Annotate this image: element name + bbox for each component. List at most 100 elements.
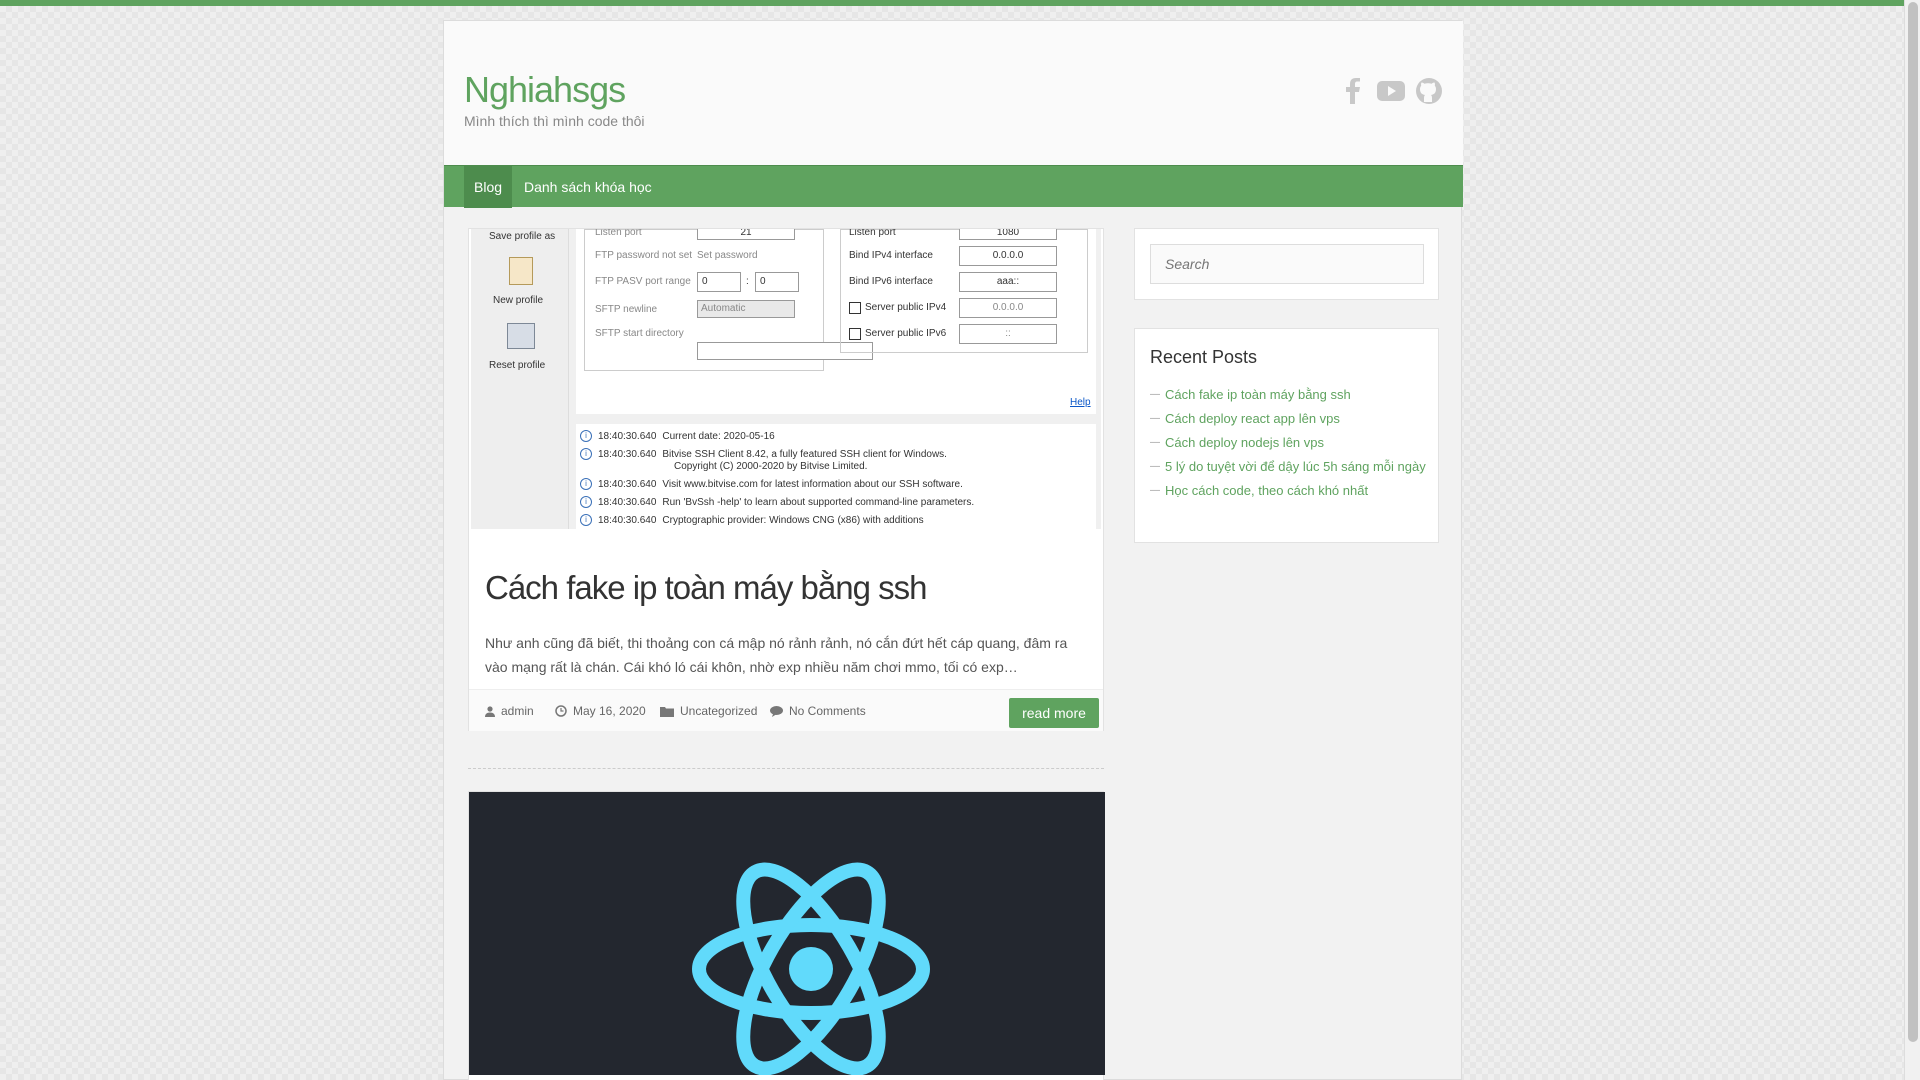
log-time: 18:40:30.640 [598,430,657,442]
screenshot-text: FTP password not set [595,250,693,261]
recent-posts-list: Cách fake ip toàn máy bằng ssh Cách depl… [1150,383,1430,503]
log-line: i 18:40:30.640 Run 'BvSsh -help' to learn … [580,496,974,508]
screenshot-text: 0 [697,272,741,292]
checkbox [849,328,861,340]
screenshot-log: i 18:40:30.640 Current date: 2020-05-16 i1… [576,424,1096,529]
clock-icon [555,705,567,717]
github-icon[interactable] [1415,77,1443,105]
recent-post-link[interactable]: Cách fake ip toàn máy bằng ssh [1150,383,1430,407]
log-line: i 18:40:30.640 Current date: 2020-05-16 [580,430,775,442]
log-line: i 18:40:30.640 Cryptographic provider: Win… [580,514,924,526]
ftp-group: Listen port 21 FTP password not set Set … [584,229,873,371]
log-text: Visit www.bitvise.com for latest informa… [662,478,963,490]
info-icon: i [580,430,592,442]
comment-icon [770,705,783,717]
recent-post-link[interactable]: Học cách code, theo cách khó nhất [1150,479,1430,503]
meta-date: May 16, 2020 [555,704,646,718]
screenshot-text: 1080 [959,229,1057,240]
post-card [468,791,1105,1080]
info-icon: i [580,514,592,526]
post-divider [468,768,1104,769]
post-card: Save profile as New profile Reset profil… [468,228,1104,731]
meta-date-text: May 16, 2020 [573,704,646,718]
screenshot-text: Server public IPv6 [865,328,947,339]
page-wrapper: Nghiahsgs Mình thích thì mình code thôi … [443,20,1463,1080]
screenshot-text: Reset profile [489,360,546,371]
bind-group: Listen port 1080 Bind IPv4 interface 0.0… [840,229,1088,353]
screenshot-text: Listen port [595,229,642,238]
info-icon: i [580,478,592,490]
info-icon: i [580,496,592,508]
log-text: Current date: 2020-05-16 [662,430,775,442]
post-thumbnail[interactable]: Save profile as New profile Reset profil… [471,229,1101,529]
youtube-icon[interactable] [1377,77,1405,105]
screenshot-text: aaa:: [959,272,1057,292]
screenshot-text: 21 [697,229,795,240]
read-more-button[interactable]: read more [1009,698,1099,728]
main-nav: Blog Danh sách khóa học [444,165,1463,208]
log-text: Bitvise SSH Client 8.42, a fully feature… [662,448,947,460]
screenshot-text: Bind IPv4 interface [849,250,933,261]
nav-item-blog[interactable]: Blog [464,166,513,208]
post-meta: admin May 16, 2020 Uncategorized No Comm… [469,689,1103,731]
log-line: i 18:40:30.640 Visit www.bitvise.com for l… [580,478,963,490]
user-icon [485,705,495,717]
log-time: 18:40:30.640 [598,514,657,526]
reset-profile-icon [507,323,535,349]
recent-post-link[interactable]: Cách deploy nodejs lên vps [1150,431,1430,455]
info-icon: i [580,448,592,460]
screenshot-text: : [746,276,749,287]
widget-title: Recent Posts [1150,347,1258,367]
social-links [1339,77,1443,105]
meta-comments-link[interactable]: No Comments [789,704,866,718]
recent-post-link[interactable]: Cách deploy react app lên vps [1150,407,1430,431]
screenshot-text: 0 [755,272,799,292]
screenshot-text: SFTP start directory [595,328,684,339]
post-title[interactable]: Cách fake ip toàn máy bằng ssh [485,569,927,607]
meta-author: admin [485,704,534,718]
meta-category-link[interactable]: Uncategorized [680,704,757,718]
new-profile-icon [509,257,533,285]
log-text: Run 'BvSsh -help' to learn about support… [662,496,975,508]
screenshot-text: Bind IPv6 interface [849,276,933,287]
meta-author-link[interactable]: admin [501,704,534,718]
nav-item-courses[interactable]: Danh sách khóa học [514,166,662,208]
recent-post-link[interactable]: 5 lý do tuyệt vời để dậy lúc 5h sáng mỗi… [1150,455,1430,479]
log-line: i 18:40:30.640 Bitvise SSH Client 8.42, a … [580,448,947,460]
post-thumbnail[interactable] [469,792,1105,1075]
log-time: 18:40:30.640 [598,496,657,508]
search-input[interactable] [1150,244,1424,284]
log-line: Copyright (C) 2000-2020 by Bitvise Limit… [674,461,867,472]
site-header: Nghiahsgs Mình thích thì mình code thôi [444,21,1463,165]
log-time: 18:40:30.640 [598,478,657,490]
log-text: Cryptographic provider: Windows CNG (x86… [662,514,924,526]
site-title[interactable]: Nghiahsgs [464,69,626,111]
screenshot-text: Help [1070,397,1091,408]
top-accent-bar [0,0,1904,6]
screenshot-text: FTP PASV port range [595,276,691,287]
screenshot-text: SFTP newline [595,304,658,315]
post-excerpt: Như anh cũng đã biết, thi thoảng con cá … [485,635,1068,675]
screenshot-text: 0.0.0.0 [959,246,1057,266]
log-time: 18:40:30.640 [598,448,657,460]
screenshot-text: :: [959,324,1057,344]
screenshot-text: Listen port [849,229,896,238]
screenshot-text: Set password [697,250,758,261]
screenshot-text: 0.0.0.0 [959,298,1057,318]
site-description: Mình thích thì mình code thôi [464,113,645,129]
folder-icon [660,706,674,717]
meta-category: Uncategorized [660,704,757,718]
log-text: Copyright (C) 2000-2020 by Bitvise Limit… [674,461,868,472]
meta-comments: No Comments [770,704,866,718]
facebook-icon[interactable] [1339,77,1367,105]
react-logo-icon [692,862,930,1075]
screenshot-sidebar: Save profile as New profile Reset profil… [471,229,569,529]
screenshot-text: New profile [493,295,544,306]
page-scrollbar[interactable] [1904,0,1920,1080]
screenshot-panel: Listen port 21 FTP password not set Set … [576,229,1096,414]
checkbox [849,302,861,314]
screenshot-text: Save profile as [489,231,556,242]
screenshot-text: Automatic [697,300,795,318]
recent-posts-widget: Recent Posts Cách fake ip toàn máy bằng … [1134,328,1439,543]
scrollbar-thumb[interactable] [1908,2,1918,1042]
